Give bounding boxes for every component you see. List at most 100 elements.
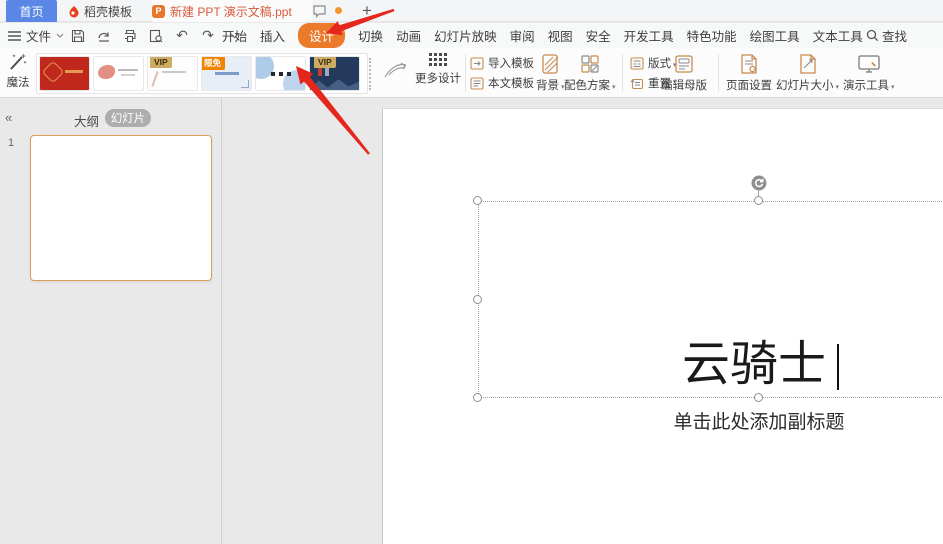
layout-icon — [630, 56, 644, 70]
menu-item-home[interactable]: 开始 — [222, 26, 247, 45]
window-tab-bar: 首页 稻壳模板 P 新建 PPT 演示文稿.ppt + — [0, 0, 943, 22]
color-scheme-button[interactable]: 配色方案 — [564, 53, 616, 93]
import-template-label: 导入模板 — [488, 58, 534, 70]
menu-bar: 文件 ↶ ↷ 开始 插入 设计 切换 动画 幻灯片放映 审阅 视图 安全 开发工… — [0, 23, 943, 48]
resize-handle-bottom-left[interactable] — [473, 393, 482, 402]
doc-template-label: 本文模板 — [488, 78, 534, 90]
menu-item-review[interactable]: 审阅 — [510, 26, 535, 45]
tab-document-label: 新建 PPT 演示文稿.ppt — [170, 4, 292, 19]
free-badge: 限免 — [202, 57, 226, 70]
color-scheme-icon — [579, 53, 601, 75]
message-bubble-icon[interactable] — [312, 4, 327, 18]
page-setup-button[interactable]: 页面设置 — [726, 53, 772, 93]
resize-handle-bottom-center[interactable] — [754, 393, 763, 402]
slide-size-label: 幻灯片大小 — [776, 77, 839, 93]
tab-slides-active[interactable]: 幻灯片 — [105, 109, 151, 127]
template-strip-scroll-handle[interactable] — [369, 58, 372, 90]
design-template-strip: VIP 限免 VIP — [36, 53, 368, 94]
present-tools-button[interactable]: 演示工具 — [843, 53, 895, 93]
background-button[interactable]: 背景 — [536, 53, 565, 93]
menu-item-insert[interactable]: 插入 — [260, 26, 285, 45]
reset-icon — [630, 77, 644, 90]
magic-button[interactable]: 魔法 — [2, 52, 34, 94]
menu-item-design-active[interactable]: 设计 — [298, 23, 346, 48]
chevron-down-icon — [56, 33, 64, 38]
notification-dot — [335, 7, 342, 14]
edit-master-label: 编辑母版 — [661, 80, 707, 92]
collapse-panel-button[interactable]: « — [5, 110, 12, 125]
more-designs-label: 更多设计 — [415, 73, 461, 85]
text-cursor — [837, 344, 839, 390]
search-button[interactable]: 查找 — [866, 23, 907, 48]
menu-item-features[interactable]: 特色功能 — [687, 26, 737, 45]
import-template-button[interactable]: 导入模板 — [470, 55, 534, 71]
tab-docer-label: 稻壳模板 — [84, 4, 133, 19]
template-thumbnail-blue-circles[interactable] — [255, 56, 306, 91]
doc-template-icon — [470, 76, 484, 90]
template-thumbnail-floral[interactable] — [93, 56, 144, 91]
resize-handle-top-left[interactable] — [473, 196, 482, 205]
resize-handle-mid-left[interactable] — [473, 295, 482, 304]
search-icon — [866, 29, 879, 42]
hamburger-icon — [8, 30, 21, 41]
menu-item-security[interactable]: 安全 — [586, 26, 611, 45]
menu-item-devtools[interactable]: 开发工具 — [624, 26, 674, 45]
tab-home[interactable]: 首页 — [6, 0, 57, 22]
menu-item-view[interactable]: 视图 — [548, 26, 573, 45]
tab-document[interactable]: P 新建 PPT 演示文稿.ppt — [152, 0, 312, 22]
print-icon[interactable] — [122, 28, 138, 44]
custom-design-sketch-icon[interactable] — [381, 56, 411, 84]
slide-1-thumbnail[interactable] — [30, 135, 212, 281]
template-thumbnail-red[interactable] — [39, 56, 90, 91]
rotation-handle[interactable] — [751, 175, 767, 191]
export-icon[interactable] — [96, 28, 112, 44]
page-setup-label: 页面设置 — [726, 80, 772, 92]
slide-size-button[interactable]: 幻灯片大小 — [776, 53, 839, 93]
slide-number: 1 — [8, 137, 15, 149]
magic-wand-icon — [7, 52, 29, 72]
menu-item-animation[interactable]: 动画 — [396, 26, 421, 45]
undo-icon[interactable]: ↶ — [174, 27, 190, 44]
file-menu[interactable]: 文件 — [8, 23, 64, 48]
vip-badge: VIP — [150, 57, 172, 68]
menu-item-slideshow[interactable]: 幻灯片放映 — [434, 26, 497, 45]
menu-item-drawtools[interactable]: 绘图工具 — [750, 26, 800, 45]
tab-docer-templates[interactable]: 稻壳模板 — [62, 0, 146, 22]
new-tab-button[interactable]: + — [357, 0, 377, 22]
ellipsis-decoration — [270, 71, 291, 76]
more-designs-button[interactable]: 更多设计 — [412, 53, 464, 95]
menu-item-texttools[interactable]: 文本工具 — [813, 26, 863, 45]
template-thumbnail-free[interactable]: 限免 — [201, 56, 252, 91]
print-preview-icon[interactable] — [148, 28, 164, 44]
color-scheme-label: 配色方案 — [564, 77, 616, 93]
resize-handle-top-center[interactable] — [754, 196, 763, 205]
wps-presentation-window: 首页 稻壳模板 P 新建 PPT 演示文稿.ppt + 文件 ↶ ↷ 开始 插入… — [0, 0, 943, 544]
monitor-icon — [857, 53, 881, 75]
file-menu-label: 文件 — [26, 30, 52, 44]
doc-template-button[interactable]: 本文模板 — [470, 75, 534, 91]
background-label: 背景 — [536, 77, 565, 93]
page-setup-icon — [738, 53, 760, 75]
save-icon[interactable] — [70, 28, 86, 44]
tab-outline[interactable]: 大纲 — [74, 111, 99, 130]
edit-master-button[interactable]: 编辑母版 — [661, 53, 707, 93]
docer-flame-icon — [68, 5, 80, 18]
grid-icon — [429, 53, 447, 67]
slide-title-text[interactable]: 云骑士 — [574, 337, 934, 393]
vip-badge: VIP — [314, 57, 336, 68]
subtitle-placeholder-text[interactable]: 单击此处添加副标题 — [579, 407, 939, 434]
ppt-file-icon: P — [152, 4, 165, 18]
import-template-icon — [470, 56, 484, 70]
menu-item-transition[interactable]: 切换 — [358, 26, 383, 45]
template-thumbnail-vip-navy[interactable]: VIP — [309, 56, 360, 91]
edit-master-icon — [673, 53, 695, 75]
present-tools-label: 演示工具 — [843, 77, 895, 93]
magic-label: 魔法 — [6, 77, 30, 89]
redo-icon[interactable]: ↷ — [200, 27, 216, 44]
background-icon — [539, 53, 561, 75]
search-label: 查找 — [882, 30, 908, 44]
slides-panel: « 大纲 幻灯片 1 — [0, 98, 222, 544]
template-thumbnail-vip-light[interactable]: VIP — [147, 56, 198, 91]
quick-access-toolbar: ↶ ↷ — [70, 23, 242, 48]
slide-canvas[interactable]: 云骑士 单击此处添加副标题 — [382, 108, 943, 544]
